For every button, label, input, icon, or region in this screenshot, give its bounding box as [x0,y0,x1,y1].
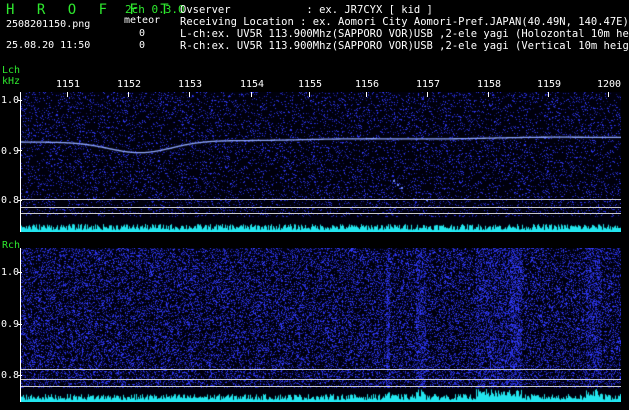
time-tick-mark [608,92,609,97]
y-tick-mark [18,200,22,201]
y-tick-mark [18,324,22,325]
rch-guide-line [21,386,621,387]
time-tick-label: 1158 [477,79,502,90]
lch-spectrogram-panel [21,92,621,232]
time-tick-label: 1157 [416,79,441,90]
time-tick-mark [366,92,367,97]
time-tick-label: 1151 [56,79,81,90]
rch-guide-line [21,379,621,380]
y-tick-mark [18,150,22,151]
lch-guide-line [21,207,621,208]
time-tick-mark [427,92,428,97]
time-tick-label: 1200 [597,79,622,90]
observer-line: Ovserver : ex. JR7CYX [ kid ] [180,4,433,16]
time-tick-mark [488,92,489,97]
time-tick-label: 1156 [355,79,380,90]
image-filename: 2508201150.png [6,19,91,30]
lch-spectrogram [21,92,621,232]
y-tick-mark [18,100,22,101]
lch-y-tick-label: 0.9 [1,146,20,157]
app-version: 2ch 0.3.0 [125,3,185,16]
time-tick-label: 1154 [240,79,265,90]
rch-label: Rch [2,240,21,251]
time-tick-mark [189,92,190,97]
meteor-label: meteor [124,15,161,26]
hrofft-window: H R O F F T 2ch 0.3.0 2508201150.png met… [0,0,629,410]
meteor-count-rch: 0 [139,40,146,51]
meteor-count-lch: 0 [139,28,146,39]
time-tick-label: 1152 [117,79,142,90]
lch-label: Lch [2,65,21,76]
lch-y-axis [20,92,21,232]
rch-receiver-line: R-ch:ex. UV5R 113.900Mhz(SAPPORO VOR)USB… [180,40,629,52]
time-tick-mark [309,92,310,97]
lch-y-tick-label: 1.0 [1,95,20,106]
time-tick-mark [128,92,129,97]
rch-y-tick-label: 0.8 [1,370,20,381]
time-tick-mark [251,92,252,97]
time-tick-label: 1153 [178,79,203,90]
rch-guide-line [21,369,621,370]
lch-guide-line [21,213,621,214]
lch-unit-label: kHz [2,76,21,87]
time-tick-label: 1159 [537,79,562,90]
lch-receiver-line: L-ch:ex. UV5R 113.900Mhz(SAPPORO VOR)USB… [180,28,629,40]
rch-y-tick-label: 0.9 [1,319,20,330]
location-line: Receiving Location : ex. Aomori City Aom… [180,16,629,28]
lch-guide-line [21,199,621,200]
rch-y-tick-label: 1.0 [1,267,20,278]
time-tick-mark [548,92,549,97]
time-tick-label: 1155 [298,79,323,90]
capture-datetime: 25.08.20 11:50 [6,40,91,51]
y-tick-mark [18,375,22,376]
lch-y-tick-label: 0.8 [1,195,20,206]
time-tick-mark [67,92,68,97]
y-tick-mark [18,272,22,273]
